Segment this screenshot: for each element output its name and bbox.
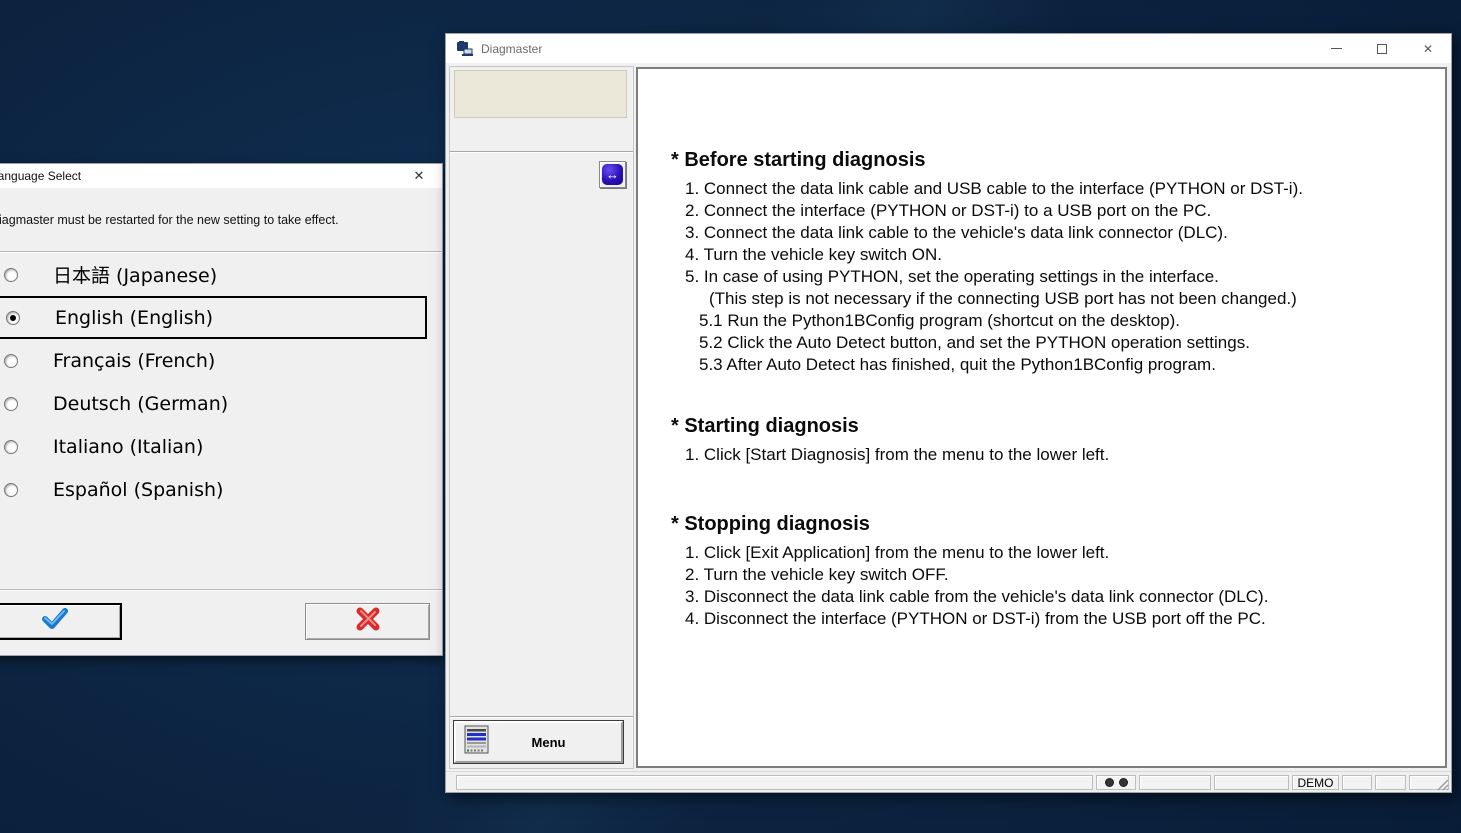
section-heading-starting: * Starting diagnosis xyxy=(671,413,1425,439)
instruction-line: 1. Click [Start Diagnosis] from the menu… xyxy=(671,444,1425,466)
radio-icon[interactable] xyxy=(4,483,18,497)
instruction-line: (This step is not necessary if the conne… xyxy=(671,288,1425,310)
menu-button[interactable]: Menu xyxy=(454,721,623,763)
instruction-line: 3. Disconnect the data link cable from t… xyxy=(671,586,1425,608)
demo-mode-badge: DEMO xyxy=(1292,775,1339,790)
close-button[interactable]: ✕ xyxy=(1405,34,1451,63)
instruction-line: 4. Disconnect the interface (PYTHON or D… xyxy=(671,608,1425,630)
instruction-line: 5.3 After Auto Detect has finished, quit… xyxy=(671,354,1425,376)
maximize-icon xyxy=(1377,44,1387,54)
language-option-label: Français (French) xyxy=(53,350,215,372)
language-option-german[interactable]: Deutsch (German) xyxy=(0,382,427,425)
status-led-icon xyxy=(1105,778,1114,787)
instruction-line: 5. In case of using PYTHON, set the oper… xyxy=(671,266,1425,288)
menu-button-label: Menu xyxy=(490,735,621,750)
left-right-arrow-icon: ↔ xyxy=(602,164,623,185)
diagmaster-app-icon xyxy=(456,41,474,57)
status-led-icon xyxy=(1119,778,1128,787)
section-heading-stopping: * Stopping diagnosis xyxy=(671,511,1425,537)
language-option-label: Deutsch (German) xyxy=(53,393,228,415)
status-segment xyxy=(1375,775,1406,790)
expand-sidebar-button[interactable]: ↔ xyxy=(599,161,626,188)
language-option-label: Español (Spanish) xyxy=(53,479,223,501)
checkmark-icon xyxy=(40,607,70,636)
language-option-spanish[interactable]: Español (Spanish) xyxy=(0,468,427,511)
instruction-line: 2. Connect the interface (PYTHON or DST-… xyxy=(671,200,1425,222)
diagmaster-window: Diagmaster ✕ ↔ xyxy=(445,33,1452,793)
window-controls: ✕ xyxy=(1313,34,1451,63)
desktop-wallpaper: Language Select ✕ Diagmaster must be res… xyxy=(0,0,1461,833)
sidebar-divider xyxy=(450,151,633,153)
status-segment xyxy=(1139,775,1211,790)
window-title: Diagmaster xyxy=(481,42,542,56)
status-segment-leds xyxy=(1096,775,1136,790)
language-option-italian[interactable]: Italiano (Italian) xyxy=(0,425,427,468)
cancel-button[interactable] xyxy=(305,603,430,640)
restart-notice-text: Diagmaster must be restarted for the new… xyxy=(0,188,442,252)
radio-icon[interactable] xyxy=(4,268,18,282)
dialog-titlebar: Language Select ✕ xyxy=(0,164,442,188)
instruction-line: 1. Click [Exit Application] from the men… xyxy=(671,542,1425,564)
minimize-button[interactable] xyxy=(1313,34,1359,63)
radio-icon[interactable] xyxy=(4,397,18,411)
radio-icon[interactable] xyxy=(4,440,18,454)
status-bar: DEMO xyxy=(446,771,1451,792)
instruction-line: 5.1 Run the Python1BConfig program (shor… xyxy=(671,310,1425,332)
radio-icon[interactable] xyxy=(6,311,20,325)
help-content-panel: * Before starting diagnosis 1. Connect t… xyxy=(636,67,1447,768)
window-body: ↔ xyxy=(446,63,1451,771)
language-option-english[interactable]: English (English) xyxy=(0,296,427,339)
status-segment xyxy=(1214,775,1289,790)
language-option-label: 日本語 (Japanese) xyxy=(53,261,217,288)
window-titlebar: Diagmaster ✕ xyxy=(446,34,1451,63)
close-icon: ✕ xyxy=(1423,42,1433,56)
menu-list-icon xyxy=(464,725,490,760)
language-option-french[interactable]: Français (French) xyxy=(0,339,427,382)
maximize-button[interactable] xyxy=(1359,34,1405,63)
language-option-label: Italiano (Italian) xyxy=(53,436,203,458)
minimize-icon xyxy=(1331,48,1342,49)
status-segment xyxy=(1342,775,1372,790)
radio-icon[interactable] xyxy=(4,354,18,368)
ok-button[interactable] xyxy=(0,603,122,640)
vehicle-info-box xyxy=(454,70,627,118)
dialog-button-row xyxy=(0,590,442,676)
cross-icon xyxy=(355,607,381,636)
resize-grip[interactable] xyxy=(1437,778,1449,790)
sidebar-panel: ↔ xyxy=(449,66,634,769)
instruction-line: 1. Connect the data link cable and USB c… xyxy=(671,178,1425,200)
close-icon[interactable]: ✕ xyxy=(404,164,434,188)
instruction-line: 3. Connect the data link cable to the ve… xyxy=(671,222,1425,244)
instruction-line: 5.2 Click the Auto Detect button, and se… xyxy=(671,332,1425,354)
status-segment-main xyxy=(456,775,1093,790)
instruction-line: 4. Turn the vehicle key switch ON. xyxy=(671,244,1425,266)
sidebar-bottom-divider xyxy=(450,716,633,718)
diagnosis-instructions: * Before starting diagnosis 1. Connect t… xyxy=(638,69,1445,630)
language-select-dialog: Language Select ✕ Diagmaster must be res… xyxy=(0,163,443,656)
language-option-list: 日本語 (Japanese) English (English) Françai… xyxy=(0,252,442,590)
instruction-line: 2. Turn the vehicle key switch OFF. xyxy=(671,564,1425,586)
language-option-japanese[interactable]: 日本語 (Japanese) xyxy=(0,253,427,296)
language-option-label: English (English) xyxy=(55,307,213,329)
dialog-title: Language Select xyxy=(0,169,81,183)
section-heading-before: * Before starting diagnosis xyxy=(671,147,1425,173)
